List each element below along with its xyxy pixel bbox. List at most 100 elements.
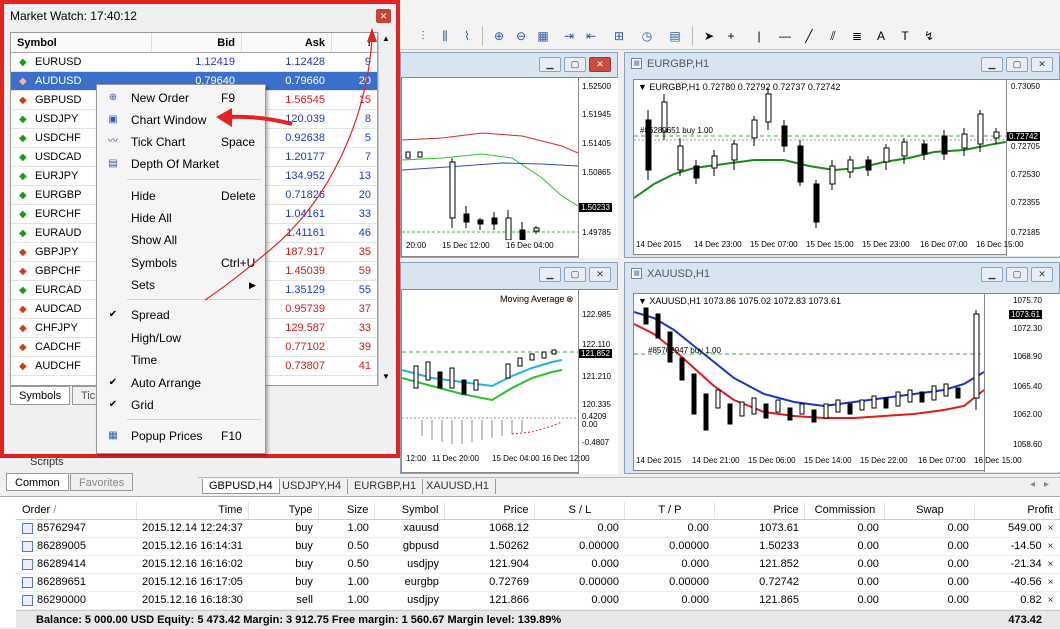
templates-icon[interactable]: ▤ [666,27,684,45]
col-time[interactable]: Time [136,501,250,520]
order-cell: buy [248,537,319,556]
chart-window-xauusd[interactable]: ▦ XAUUSD,H1 ▁ ▢ ✕ ▼ XAUUSD,H1 1073.86 107… [624,262,1060,474]
profit-cell: -14.50 × [974,537,1060,556]
time-label: 16 Dec 04:00 [506,241,554,250]
text-icon[interactable]: A [872,27,890,45]
tab-eurgbp-h1[interactable]: EURGBP,H1 [348,479,424,494]
line-chart-icon[interactable]: ⌇ [458,27,476,45]
annotation-arrows [204,28,377,301]
candlestick-icon[interactable]: ⫼ [436,27,454,45]
horizontal-line-icon[interactable]: — [776,27,794,45]
profit-value: 0.82 [1020,594,1042,606]
col-commission[interactable]: Commission [804,501,886,520]
profit-value: -14.50 [1010,540,1042,552]
minimize-icon[interactable]: ▁ [539,267,561,282]
autoscroll-icon[interactable]: ⇥ [560,27,578,45]
close-icon[interactable]: ✕ [589,267,611,282]
chart-shift-icon[interactable]: ⇤ [582,27,600,45]
chart-window-gbpusd[interactable]: ▁ ▢ ✕ 1.52500 1.51945 1.51405 1.50865 1.… [400,52,618,258]
close-icon[interactable]: ✕ [1031,267,1053,282]
chart-plot-usdjpy[interactable]: Moving Average ⊗ 122.985 122.110 121.852… [401,289,618,474]
chart-plot-gbpusd[interactable]: 1.52500 1.51945 1.51405 1.50865 1.50233 … [401,77,618,258]
arrows-icon[interactable]: ↯ [920,27,938,45]
chart-window-usdjpy[interactable]: ▁ ▢ ✕ Moving Average ⊗ 122.985 122.110 1… [400,262,618,474]
minimize-icon[interactable]: ▁ [539,57,561,72]
chart-window-eurgbp[interactable]: ▦ EURGBP,H1 ▁ ▢ ✕ ▼ EURGBP,H1 0.72780 0.7… [624,52,1060,258]
periods-icon[interactable]: ◷ [638,27,656,45]
col-symbol[interactable]: Symbol [374,501,446,520]
chart-plot-eurgbp[interactable]: ▼ EURGBP,H1 0.72780 0.72792 0.72737 0.72… [633,79,1060,256]
order-cell: 0.000 [534,555,625,574]
order-row[interactable]: 86289414 2015.12.16 16:16:02 buy 0.50 usdjpy… [16,555,1060,574]
maximize-icon[interactable]: ▢ [1006,267,1028,282]
maximize-icon[interactable]: ▢ [564,57,586,72]
order-cell: 0.00 [624,519,715,538]
order-cell: 2015.12.16 16:14:31 [136,537,249,556]
tab-scroll-left-icon[interactable]: ◂ [1030,479,1035,490]
col-sl[interactable]: S / L [534,501,626,520]
minimize-icon[interactable]: ▁ [981,57,1003,72]
time-label: 16 Dec 15:00 [976,240,1024,249]
order-icon [22,576,33,588]
tab-common[interactable]: Common [6,473,69,491]
bar-chart-icon[interactable]: ⫶ [414,27,432,45]
close-order-icon[interactable]: × [1048,559,1054,570]
order-row[interactable]: 86290000 2015.12.16 16:18:30 sell 1.00 usdjp… [16,591,1060,610]
order-row[interactable]: 85762947 2015.12.14 12:24:37 buy 1.00 xauusd… [16,519,1060,538]
fibonacci-icon[interactable]: ≣ [848,27,866,45]
order-cell: 2015.12.16 16:17:05 [136,573,249,592]
price-label: 0.72185 [1011,228,1040,237]
col-current-price[interactable]: Price [714,501,806,520]
close-icon[interactable]: ✕ [1031,57,1053,72]
tab-usdjpy-h4[interactable]: USDJPY,H4 [276,479,349,494]
col-price[interactable]: Price [444,501,536,520]
close-order-icon[interactable]: × [1048,523,1054,534]
order-cell: 1.00 [318,519,375,538]
tile-windows-icon[interactable]: ▦ [534,27,552,45]
minimize-icon[interactable]: ▁ [981,267,1003,282]
text-label-icon[interactable]: T [896,27,914,45]
price-label: 0.73050 [1011,82,1040,91]
close-icon[interactable]: ✕ [589,57,611,72]
window-buttons: ▁ ▢ ✕ [539,267,611,282]
current-price-box: 1.50233 [579,203,612,212]
tab-xauusd-h1[interactable]: XAUUSD,H1 [420,479,496,494]
trendline-icon[interactable]: ╱ [800,27,818,45]
col-tp[interactable]: T / P [624,501,716,520]
order-id: 86290000 [37,594,86,606]
orders-table: Order / Time Type Size Symbol Price S / … [16,501,1060,610]
balance-text: Balance: 5 000.00 USD Equity: 5 473.42 M… [36,614,562,626]
col-size[interactable]: Size [318,501,376,520]
close-order-icon[interactable]: × [1048,577,1054,588]
tab-scroll-right-icon[interactable]: ▸ [1044,479,1049,490]
col-type[interactable]: Type [248,501,320,520]
col-order[interactable]: Order / [16,501,137,520]
order-row[interactable]: 86289005 2015.12.16 16:14:31 buy 0.50 gbpusd… [16,537,1060,556]
tab-gbpusd-h4[interactable]: GBPUSD,H4 [202,479,280,494]
order-id-cell: 86289414 [16,555,136,574]
terminal-panel: Order / Time Type Size Symbol Price S / … [0,496,1060,628]
order-cell: 0.000 [624,555,715,574]
order-icon [22,594,33,606]
order-cell: gbpusd [374,537,445,556]
close-order-icon[interactable]: × [1048,541,1054,552]
maximize-icon[interactable]: ▢ [564,267,586,282]
zoom-out-icon[interactable]: ⊖ [512,27,530,45]
tab-favorites[interactable]: Favorites [70,473,134,491]
gbpusd-candles [402,132,578,240]
chart-plot-xauusd[interactable]: ▼ XAUUSD,H1 1073.86 1075.02 1072.83 1073… [633,293,1060,472]
indicators-icon[interactable]: ⊞ [610,27,628,45]
order-row[interactable]: 86289651 2015.12.16 16:17:05 buy 1.00 eurgbp… [16,573,1060,592]
close-order-icon[interactable]: × [1048,595,1054,606]
col-profit[interactable]: Profit [974,501,1060,520]
crosshair-icon[interactable]: + [722,27,740,45]
order-cell: usdjpy [374,591,445,610]
current-price-box: 0.72742 [1007,132,1040,141]
zoom-in-icon[interactable]: ⊕ [490,27,508,45]
vertical-line-icon[interactable]: | [750,27,768,45]
cursor-icon[interactable]: ➤ [700,27,718,45]
order-cell: 0.50 [318,555,375,574]
col-swap[interactable]: Swap [884,501,976,520]
channel-icon[interactable]: ⫽ [824,27,842,45]
maximize-icon[interactable]: ▢ [1006,57,1028,72]
